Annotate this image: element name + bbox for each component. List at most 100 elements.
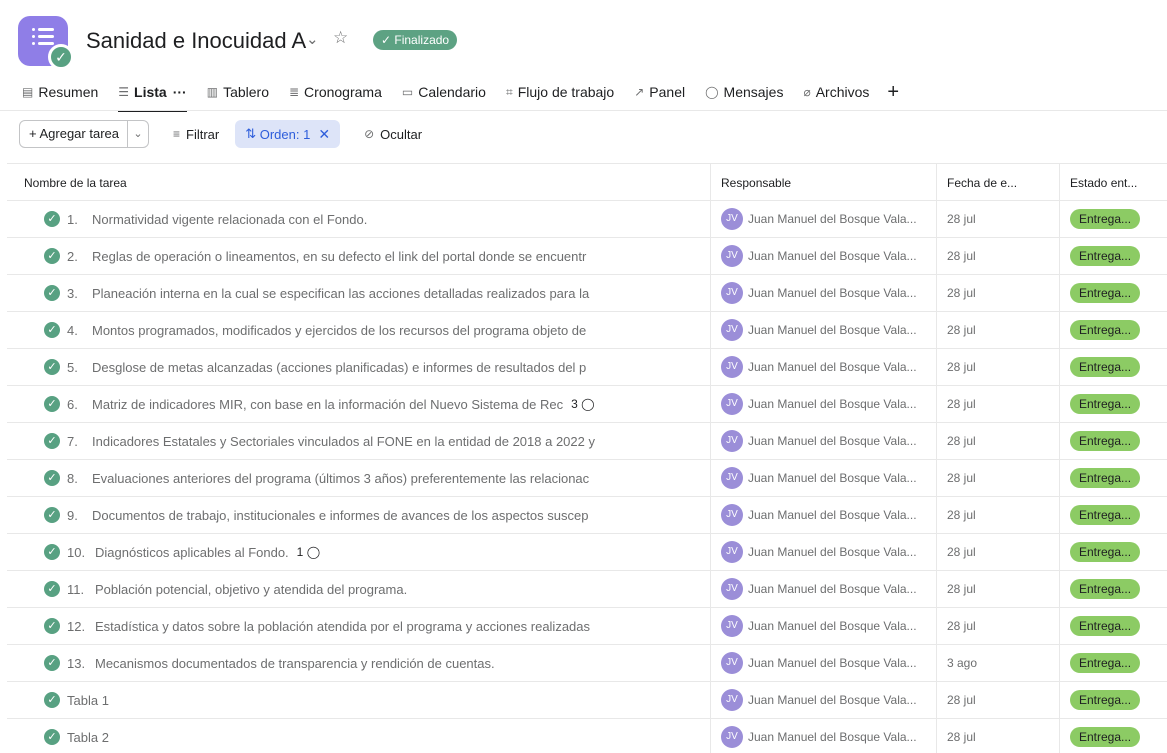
check-circle-icon[interactable]: ✓ bbox=[44, 618, 60, 634]
tab-lista[interactable]: ☰ Lista ··· bbox=[118, 80, 188, 112]
more-options-icon[interactable]: ··· bbox=[173, 84, 187, 100]
table-row[interactable]: ✓ 7. Indicadores Estatales y Sectoriales v… bbox=[7, 423, 1167, 460]
sort-chip[interactable]: ⇅ Orden: 1 ✕ bbox=[235, 120, 341, 148]
tab-tablero[interactable]: ▥ Tablero bbox=[207, 80, 269, 104]
task-name-cell[interactable]: ✓ 8. Evaluaciones anteriores del programa … bbox=[7, 460, 711, 496]
task-name-cell[interactable]: ✓ 5. Desglose de metas alcanzadas (accione… bbox=[7, 349, 711, 385]
check-circle-icon[interactable]: ✓ bbox=[44, 433, 60, 449]
comment-count[interactable]: 1 ◯ bbox=[297, 545, 344, 559]
assignee-cell[interactable]: JV Juan Manuel del Bosque Vala... bbox=[711, 608, 937, 644]
task-name-cell[interactable]: ✓ Tabla 2 bbox=[7, 719, 711, 753]
due-date-cell[interactable]: 28 jul bbox=[937, 238, 1060, 274]
close-icon[interactable]: ✕ bbox=[318, 126, 330, 143]
table-row[interactable]: ✓ 11. Población potencial, objetivo y aten… bbox=[7, 571, 1167, 608]
add-task-label[interactable]: + Agregar tarea bbox=[20, 121, 128, 147]
table-row[interactable]: ✓ 9. Documentos de trabajo, institucionale… bbox=[7, 497, 1167, 534]
due-date-cell[interactable]: 28 jul bbox=[937, 719, 1060, 753]
tab-resumen[interactable]: ▤ Resumen bbox=[22, 80, 98, 104]
page-title[interactable]: Sanidad e Inocuidad A bbox=[86, 28, 306, 54]
check-circle-icon[interactable]: ✓ bbox=[44, 322, 60, 338]
task-name-cell[interactable]: ✓ 11. Población potencial, objetivo y aten… bbox=[7, 571, 711, 607]
assignee-cell[interactable]: JV Juan Manuel del Bosque Vala... bbox=[711, 571, 937, 607]
hide-button[interactable]: ⊘ Ocultar bbox=[364, 127, 422, 142]
check-circle-icon[interactable]: ✓ bbox=[44, 655, 60, 671]
task-name[interactable]: Tabla 2 bbox=[67, 730, 710, 745]
status-cell[interactable]: Entrega... bbox=[1060, 386, 1167, 422]
assignee-cell[interactable]: JV Juan Manuel del Bosque Vala... bbox=[711, 645, 937, 681]
due-date-cell[interactable]: 28 jul bbox=[937, 386, 1060, 422]
task-name[interactable]: Indicadores Estatales y Sectoriales vinc… bbox=[92, 434, 710, 449]
check-circle-icon[interactable]: ✓ bbox=[44, 211, 60, 227]
due-date-cell[interactable]: 28 jul bbox=[937, 682, 1060, 718]
due-date-cell[interactable]: 28 jul bbox=[937, 275, 1060, 311]
task-name[interactable]: Tabla 1 bbox=[67, 693, 710, 708]
check-circle-icon[interactable]: ✓ bbox=[44, 285, 60, 301]
column-header-status[interactable]: Estado ent... bbox=[1060, 164, 1167, 201]
tab-calendario[interactable]: ▭ Calendario bbox=[402, 80, 486, 104]
check-circle-icon[interactable]: ✓ bbox=[44, 729, 60, 745]
check-circle-icon[interactable]: ✓ bbox=[44, 396, 60, 412]
task-name[interactable]: Desglose de metas alcanzadas (acciones p… bbox=[92, 360, 710, 375]
assignee-cell[interactable]: JV Juan Manuel del Bosque Vala... bbox=[711, 275, 937, 311]
due-date-cell[interactable]: 28 jul bbox=[937, 608, 1060, 644]
status-cell[interactable]: Entrega... bbox=[1060, 534, 1167, 570]
assignee-cell[interactable]: JV Juan Manuel del Bosque Vala... bbox=[711, 460, 937, 496]
assignee-cell[interactable]: JV Juan Manuel del Bosque Vala... bbox=[711, 238, 937, 274]
status-cell[interactable]: Entrega... bbox=[1060, 275, 1167, 311]
task-name-cell[interactable]: ✓ 1. Normatividad vigente relacionada con … bbox=[7, 201, 711, 237]
tab-archivos[interactable]: ⌀ Archivos bbox=[803, 80, 869, 104]
due-date-cell[interactable]: 28 jul bbox=[937, 460, 1060, 496]
status-cell[interactable]: Entrega... bbox=[1060, 682, 1167, 718]
tab-panel[interactable]: ↗ Panel bbox=[634, 80, 685, 104]
status-cell[interactable]: Entrega... bbox=[1060, 608, 1167, 644]
task-name-cell[interactable]: ✓ 6. Matriz de indicadores MIR, con base e… bbox=[7, 386, 711, 422]
task-name-cell[interactable]: ✓ 10. Diagnósticos aplicables al Fondo. 1 ◯ bbox=[7, 534, 711, 570]
task-name-cell[interactable]: ✓ 2. Reglas de operación o lineamentos, en… bbox=[7, 238, 711, 274]
assignee-cell[interactable]: JV Juan Manuel del Bosque Vala... bbox=[711, 719, 937, 753]
task-name[interactable]: Estadística y datos sobre la población a… bbox=[95, 619, 710, 634]
table-row[interactable]: ✓ 10. Diagnósticos aplicables al Fondo. 1 ◯… bbox=[7, 534, 1167, 571]
task-name-cell[interactable]: ✓ 4. Montos programados, modificados y eje… bbox=[7, 312, 711, 348]
status-cell[interactable]: Entrega... bbox=[1060, 719, 1167, 753]
status-badge[interactable]: ✓ Finalizado bbox=[373, 30, 458, 50]
assignee-cell[interactable]: JV Juan Manuel del Bosque Vala... bbox=[711, 497, 937, 533]
tab-mensajes[interactable]: ◯ Mensajes bbox=[705, 80, 783, 104]
task-name[interactable]: Reglas de operación o lineamentos, en su… bbox=[92, 249, 710, 264]
task-name[interactable]: Población potencial, objetivo y atendida… bbox=[95, 582, 710, 597]
task-name[interactable]: Documentos de trabajo, institucionales e… bbox=[92, 508, 710, 523]
assignee-cell[interactable]: JV Juan Manuel del Bosque Vala... bbox=[711, 386, 937, 422]
status-cell[interactable]: Entrega... bbox=[1060, 201, 1167, 237]
column-header-assignee[interactable]: Responsable bbox=[711, 164, 937, 201]
table-row[interactable]: ✓ 12. Estadística y datos sobre la poblaci… bbox=[7, 608, 1167, 645]
check-circle-icon[interactable]: ✓ bbox=[44, 507, 60, 523]
due-date-cell[interactable]: 3 ago bbox=[937, 645, 1060, 681]
table-row[interactable]: ✓ 2. Reglas de operación o lineamentos, en… bbox=[7, 238, 1167, 275]
assignee-cell[interactable]: JV Juan Manuel del Bosque Vala... bbox=[711, 423, 937, 459]
status-cell[interactable]: Entrega... bbox=[1060, 238, 1167, 274]
table-row[interactable]: ✓ 4. Montos programados, modificados y eje… bbox=[7, 312, 1167, 349]
due-date-cell[interactable]: 28 jul bbox=[937, 349, 1060, 385]
due-date-cell[interactable]: 28 jul bbox=[937, 571, 1060, 607]
assignee-cell[interactable]: JV Juan Manuel del Bosque Vala... bbox=[711, 312, 937, 348]
column-header-date[interactable]: Fecha de e... bbox=[937, 164, 1060, 201]
assignee-cell[interactable]: JV Juan Manuel del Bosque Vala... bbox=[711, 201, 937, 237]
table-row[interactable]: ✓ 3. Planeación interna en la cual se espe… bbox=[7, 275, 1167, 312]
task-name-cell[interactable]: ✓ 13. Mecanismos documentados de transpare… bbox=[7, 645, 711, 681]
task-name[interactable]: Matriz de indicadores MIR, con base en l… bbox=[92, 397, 563, 412]
comment-count[interactable]: 3 ◯ bbox=[571, 397, 618, 411]
status-cell[interactable]: Entrega... bbox=[1060, 645, 1167, 681]
column-header-name[interactable]: Nombre de la tarea bbox=[7, 164, 711, 201]
chevron-down-icon[interactable]: ⌄ bbox=[306, 30, 319, 48]
task-name[interactable]: Diagnósticos aplicables al Fondo. bbox=[95, 545, 289, 560]
check-circle-icon[interactable]: ✓ bbox=[44, 692, 60, 708]
task-name-cell[interactable]: ✓ Tabla 1 bbox=[7, 682, 711, 718]
table-row[interactable]: ✓ 8. Evaluaciones anteriores del programa … bbox=[7, 460, 1167, 497]
task-name[interactable]: Montos programados, modificados y ejerci… bbox=[92, 323, 710, 338]
table-row[interactable]: ✓ 6. Matriz de indicadores MIR, con base e… bbox=[7, 386, 1167, 423]
task-name-cell[interactable]: ✓ 3. Planeación interna en la cual se espe… bbox=[7, 275, 711, 311]
task-name-cell[interactable]: ✓ 7. Indicadores Estatales y Sectoriales v… bbox=[7, 423, 711, 459]
assignee-cell[interactable]: JV Juan Manuel del Bosque Vala... bbox=[711, 349, 937, 385]
status-cell[interactable]: Entrega... bbox=[1060, 349, 1167, 385]
due-date-cell[interactable]: 28 jul bbox=[937, 497, 1060, 533]
task-name[interactable]: Mecanismos documentados de transparencia… bbox=[95, 656, 710, 671]
